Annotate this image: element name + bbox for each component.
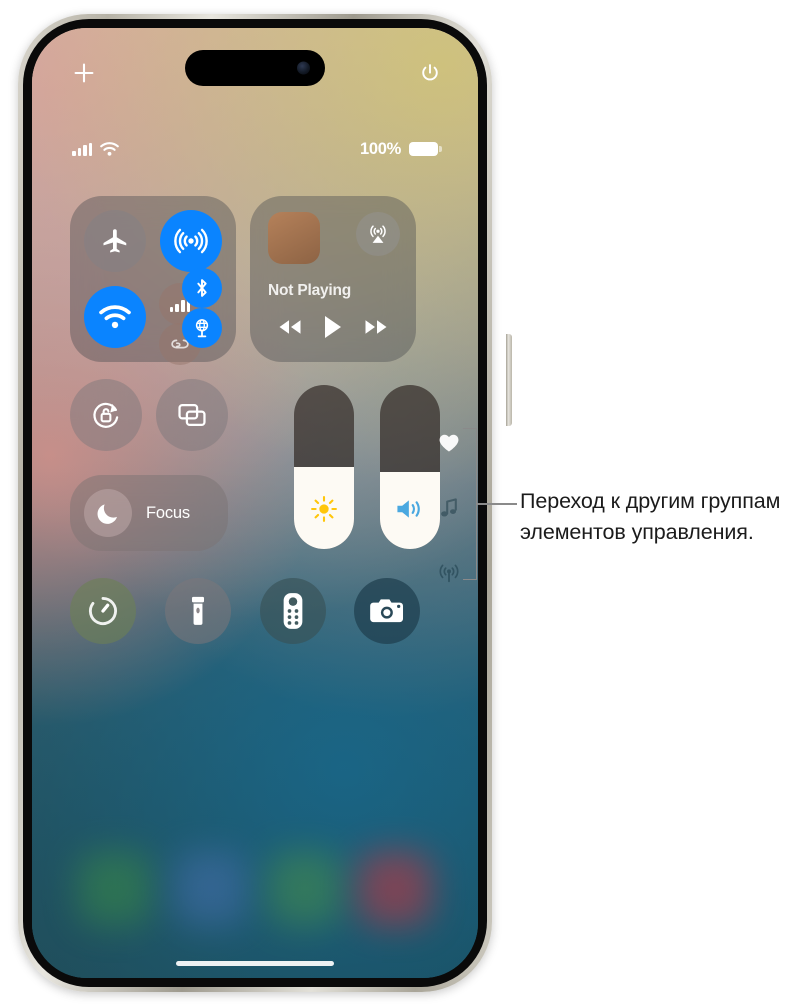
wifi-icon [99, 305, 131, 329]
airplay-audio-icon [370, 225, 386, 243]
media-player-module: Not Playing [250, 196, 416, 362]
airdrop-button[interactable] [160, 210, 222, 272]
fast-forward-button[interactable] [361, 317, 391, 337]
camera-button[interactable] [354, 578, 420, 644]
brightness-slider-fill [294, 467, 354, 549]
play-button[interactable] [322, 314, 344, 340]
callout-bracket [463, 428, 477, 580]
airplane-icon [103, 229, 127, 253]
phone-screen: 100% Not Playing Focus [32, 28, 478, 978]
add-control-button[interactable] [69, 58, 99, 88]
brightness-slider[interactable] [294, 385, 354, 549]
volume-slider[interactable] [380, 385, 440, 549]
page-indicator-connectivity[interactable] [434, 558, 464, 588]
power-button[interactable] [506, 334, 512, 426]
focus-button[interactable]: Focus [70, 475, 228, 551]
camera-icon [370, 599, 404, 623]
airplay-button[interactable] [356, 212, 400, 256]
flashlight-icon [191, 596, 205, 625]
heart-icon [439, 434, 459, 452]
rewind-button[interactable] [275, 317, 305, 337]
timer-button[interactable] [70, 578, 136, 644]
timer-icon [88, 596, 117, 625]
bluetooth-icon [197, 279, 207, 297]
connectivity-module [70, 196, 236, 365]
page-indicator-favorites[interactable] [434, 428, 464, 458]
front-camera-icon [297, 61, 310, 75]
tv-remote-icon [283, 593, 303, 629]
airplane-mode-button[interactable] [84, 210, 146, 272]
rotation-lock-button[interactable] [70, 379, 142, 451]
radio-waves-icon [439, 564, 459, 583]
airdrop-icon [174, 228, 208, 254]
battery-percentage: 100% [359, 139, 401, 158]
callout-text: Переход к другим группам элементов управ… [520, 489, 781, 544]
play-icon [324, 316, 341, 338]
album-artwork-placeholder[interactable] [268, 212, 320, 264]
home-indicator[interactable] [176, 961, 334, 966]
moon-glyph [97, 504, 117, 524]
status-bar-right: 100% [359, 139, 442, 159]
rotation-lock-icon [93, 402, 119, 428]
dynamic-island [185, 50, 325, 86]
status-bar-left [72, 142, 119, 156]
battery-full-icon [409, 142, 442, 156]
wifi-icon [100, 142, 119, 156]
moon-icon [84, 489, 132, 537]
volume-slider-fill [380, 471, 440, 549]
apple-tv-remote-button[interactable] [260, 578, 326, 644]
page-indicator-media[interactable] [434, 493, 464, 523]
bluetooth-button[interactable] [182, 268, 222, 308]
screen-mirroring-button[interactable] [156, 379, 228, 451]
speaker-icon [397, 500, 420, 518]
control-group-page-rail[interactable] [432, 428, 466, 588]
now-playing-status: Not Playing [268, 282, 352, 299]
cellular-signal-icon [72, 143, 92, 156]
music-note-icon [441, 498, 457, 517]
focus-label: Focus [146, 503, 190, 522]
flashlight-button[interactable] [165, 578, 231, 644]
fast-forward-icon [365, 320, 387, 334]
vpn-button[interactable] [182, 308, 222, 348]
rewind-icon [279, 320, 301, 334]
power-button-ui[interactable] [415, 58, 445, 88]
media-transport-controls [250, 314, 416, 340]
wifi-button[interactable] [84, 286, 146, 348]
globe-icon [195, 319, 209, 338]
callout-leader-line [477, 503, 517, 505]
phone-device-frame: 100% Not Playing Focus [18, 14, 512, 992]
plus-icon [74, 63, 94, 83]
screen-mirroring-icon [178, 403, 206, 427]
sun-icon [311, 496, 337, 522]
power-icon [422, 64, 438, 81]
screenshot-root: 100% Not Playing Focus Переход к другим … [0, 0, 811, 1008]
status-bar: 100% [32, 136, 478, 162]
